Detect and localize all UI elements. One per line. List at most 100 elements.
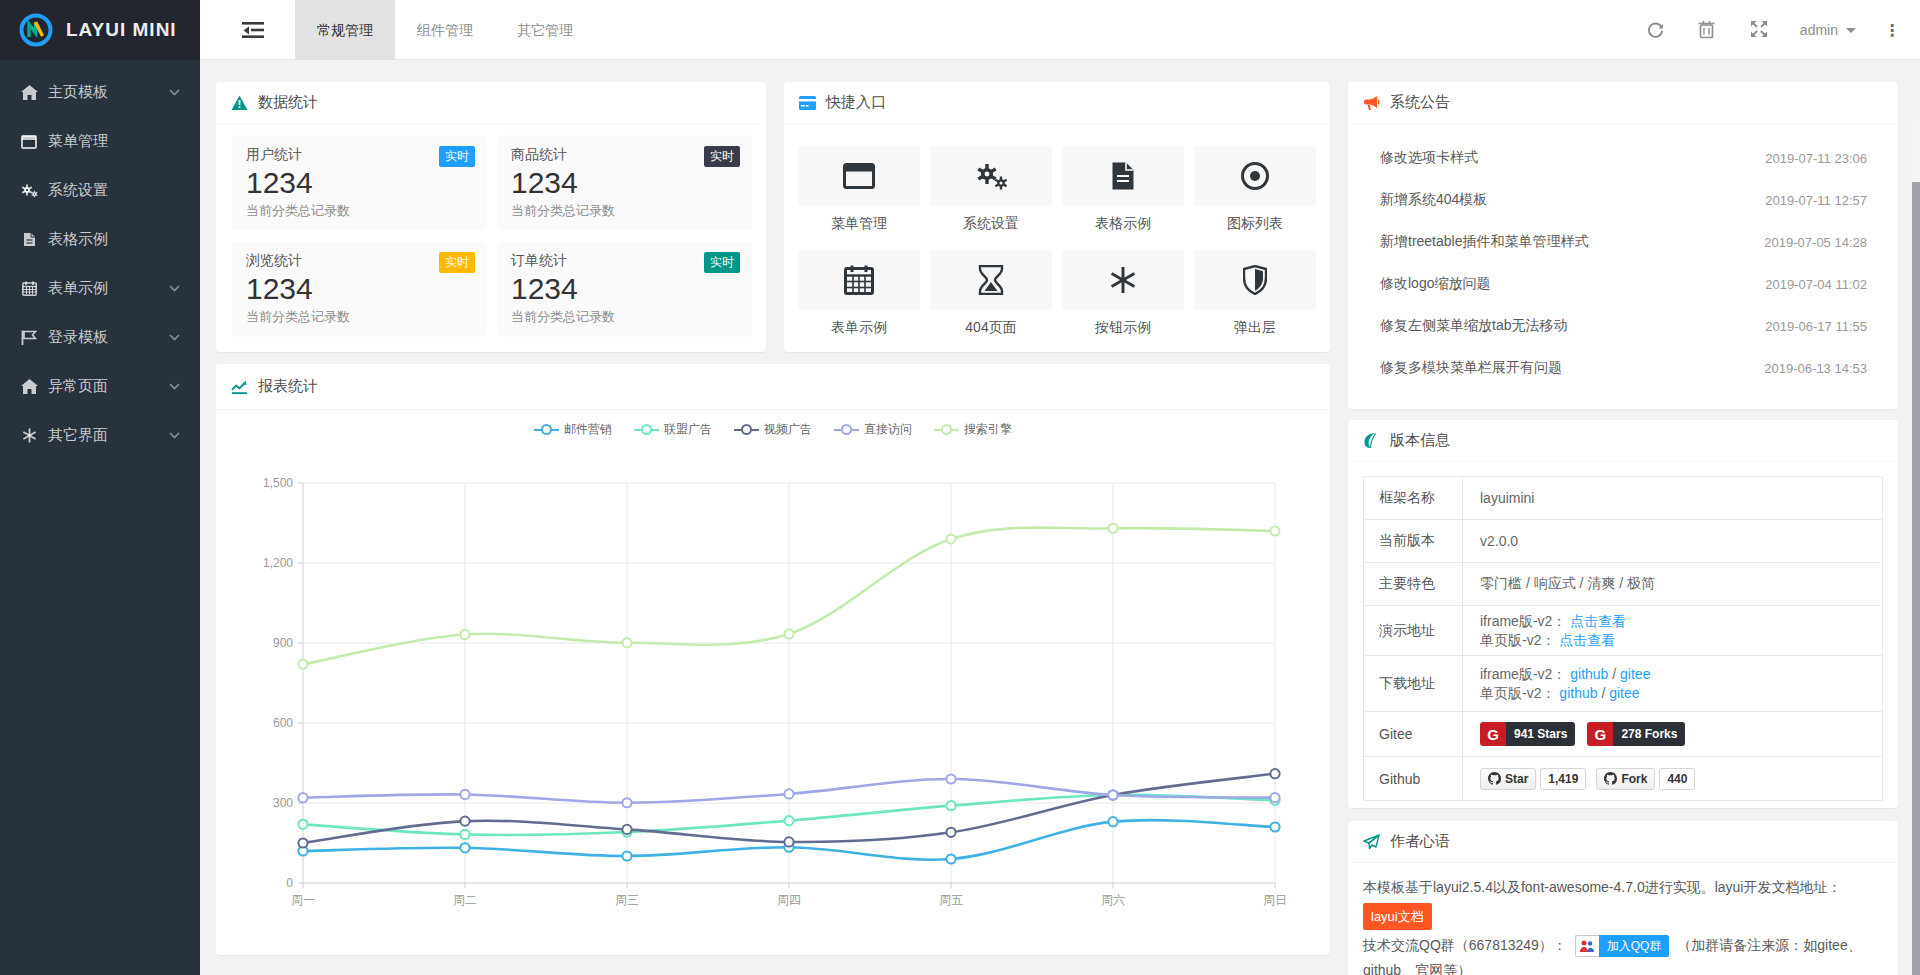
tab-组件管理[interactable]: 组件管理 [395,0,495,60]
layui-doc-badge[interactable]: layui文档 [1363,903,1432,930]
sidebar-item-异常页面[interactable]: 异常页面 [0,362,200,411]
panel-announcements-header: 系统公告 [1348,82,1898,124]
github-icon [1604,772,1621,785]
quick-entry-label: 菜单管理 [798,215,920,233]
author-line-2: 技术交流QQ群（667813249）： 加入QQ群 （加群请备注来源：如gite… [1363,933,1883,975]
panel-version-info: 版本信息 框架名称layuimini当前版本v2.0.0主要特色零门槛 / 响应… [1348,420,1898,808]
announcement-item[interactable]: 新增系统404模板2019-07-11 12:57 [1348,179,1898,221]
data-point [622,798,631,807]
quick-entry-表单示例[interactable]: 表单示例 [798,250,920,337]
bullhorn-icon [1363,94,1380,111]
announcement-item[interactable]: 新增treetable插件和菜单管理样式2019-07-05 14:28 [1348,221,1898,263]
announcement-date: 2019-07-11 23:06 [1765,151,1867,166]
gitee-icon: G [1587,722,1613,746]
sidebar-item-主页模板[interactable]: 主页模板 [0,68,200,117]
sidebar-item-菜单管理[interactable]: 菜单管理 [0,117,200,166]
link-github[interactable]: github [1559,685,1597,701]
link-gitee[interactable]: gitee [1609,685,1639,701]
sidebar-menu: 主页模板菜单管理系统设置表格示例表单示例登录模板异常页面其它界面 [0,60,200,460]
version-value: layuimini [1480,490,1882,506]
quick-entry-box[interactable] [1194,146,1316,206]
warning-icon [231,94,248,111]
svg-text:周四: 周四 [777,893,801,907]
calendar-icon [844,265,874,295]
announcement-list: 修改选项卡样式2019-07-11 23:06新增系统404模板2019-07-… [1348,124,1898,389]
quick-entry-box[interactable] [930,146,1052,206]
quick-entry-box[interactable] [1062,146,1184,206]
data-point [622,825,631,834]
quick-entry-系统设置[interactable]: 系统设置 [930,146,1052,233]
quick-entry-label: 按钮示例 [1062,319,1184,337]
fullscreen-icon[interactable] [1750,20,1770,40]
quick-entry-404页面[interactable]: 404页面 [930,250,1052,337]
clear-cache-icon[interactable] [1698,20,1718,40]
data-point [298,660,307,669]
announcement-item[interactable]: 修改选项卡样式2019-07-11 23:06 [1348,137,1898,179]
link-gitee[interactable]: gitee [1620,666,1650,682]
asterisk-icon [20,428,38,444]
refresh-icon[interactable] [1646,20,1666,40]
tab-其它管理[interactable]: 其它管理 [495,0,595,60]
quick-entry-label: 系统设置 [930,215,1052,233]
link-点击查看[interactable]: 点击查看 [1570,613,1626,629]
sidebar-item-登录模板[interactable]: 登录模板 [0,313,200,362]
quick-entry-box[interactable] [930,250,1052,310]
quick-entry-label: 弹出层 [1194,319,1316,337]
announcement-date: 2019-07-11 12:57 [1765,193,1867,208]
user-menu[interactable]: admin [1800,22,1856,38]
quick-entry-label: 图标列表 [1194,215,1316,233]
github-badge[interactable]: Fork440 [1596,768,1695,790]
scrollbar[interactable] [1912,120,1920,975]
quick-entry-box[interactable] [798,250,920,310]
svg-text:600: 600 [273,716,293,730]
quick-entry-label: 表单示例 [798,319,920,337]
data-point [460,843,469,852]
quick-entry-按钮示例[interactable]: 按钮示例 [1062,250,1184,337]
announcement-item[interactable]: 修复左侧菜单缩放tab无法移动2019-06-17 11:55 [1348,305,1898,347]
stat-value: 1234 [246,165,473,201]
logo: LAYUI MINI [0,0,200,60]
announcement-date: 2019-06-17 11:55 [1765,319,1867,334]
version-label: 当前版本 [1364,520,1463,562]
data-point [1270,793,1279,802]
announcement-item[interactable]: 修复多模块菜单栏展开有问题2019-06-13 14:53 [1348,347,1898,389]
join-qq-group-badge[interactable]: 加入QQ群 [1575,935,1670,957]
username: admin [1800,22,1838,38]
svg-text:1,500: 1,500 [263,476,293,490]
stat-desc: 当前分类总记录数 [246,202,473,220]
announcement-item[interactable]: 修改logo缩放问题2019-07-04 11:02 [1348,263,1898,305]
scrollbar-thumb[interactable] [1912,182,1920,975]
announcement-text: 新增treetable插件和菜单管理样式 [1380,233,1588,251]
chevron-down-icon [169,89,180,96]
quick-entry-box[interactable] [1062,250,1184,310]
gitee-badge[interactable]: G941 Stars [1480,722,1575,746]
sidebar-item-表单示例[interactable]: 表单示例 [0,264,200,313]
stat-card-订单统计: 订单统计1234当前分类总记录数实时 [497,241,752,337]
panel-quick-entry-header: 快捷入口 [784,82,1330,124]
more-menu-icon[interactable]: ⋮ [1884,21,1900,40]
quick-entry-弹出层[interactable]: 弹出层 [1194,250,1316,337]
flag-icon [20,330,38,346]
sidebar-item-系统设置[interactable]: 系统设置 [0,166,200,215]
sidebar-item-其它界面[interactable]: 其它界面 [0,411,200,460]
github-badge[interactable]: Star1,419 [1480,768,1586,790]
quick-entry-box[interactable] [798,146,920,206]
svg-text:周六: 周六 [1101,893,1125,907]
tab-常规管理[interactable]: 常规管理 [295,0,395,60]
version-label: 框架名称 [1364,477,1463,519]
svg-text:周二: 周二 [453,893,477,907]
sidebar-item-表格示例[interactable]: 表格示例 [0,215,200,264]
quick-entry-图标列表[interactable]: 图标列表 [1194,146,1316,233]
link-github[interactable]: github [1570,666,1608,682]
panel-title: 数据统计 [258,93,318,112]
menu-collapse-icon[interactable] [242,21,264,39]
chevron-down-icon [169,383,180,390]
quick-entry-菜单管理[interactable]: 菜单管理 [798,146,920,233]
paper-plane-icon [1363,833,1380,850]
sidebar: LAYUI MINI 主页模板菜单管理系统设置表格示例表单示例登录模板异常页面其… [0,0,200,975]
link-点击查看[interactable]: 点击查看 [1559,632,1615,648]
gitee-badge[interactable]: G278 Forks [1587,722,1685,746]
panel-data-stats: 数据统计 用户统计1234当前分类总记录数实时商品统计1234当前分类总记录数实… [216,82,766,352]
quick-entry-表格示例[interactable]: 表格示例 [1062,146,1184,233]
quick-entry-box[interactable] [1194,250,1316,310]
